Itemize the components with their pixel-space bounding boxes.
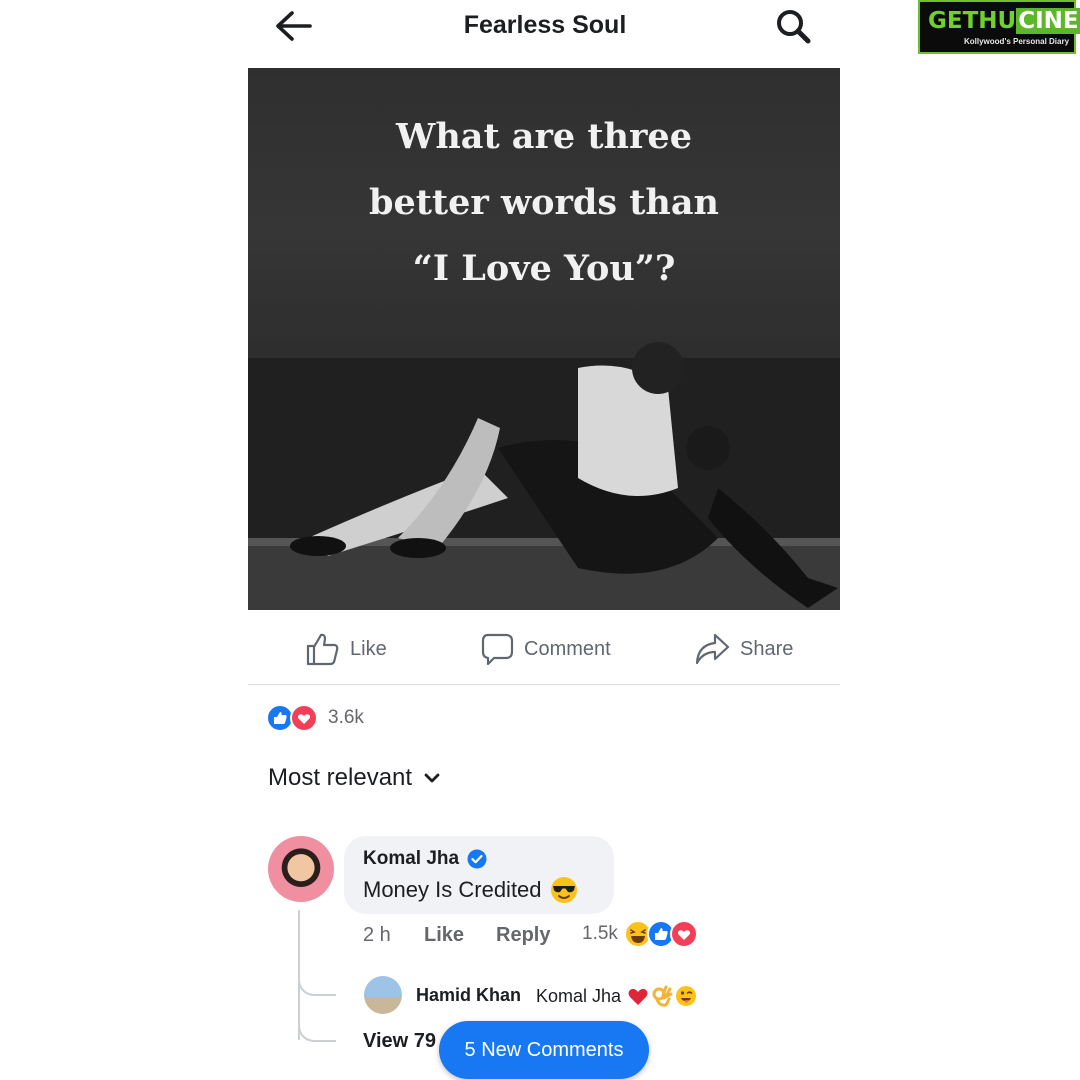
red-heart-icon (628, 988, 648, 1005)
share-button[interactable]: Share (694, 626, 793, 672)
comment-icon (481, 633, 514, 666)
winking-tongue-face-icon (676, 986, 697, 1006)
comment-label: Comment (524, 637, 611, 660)
thumbs-up-icon (306, 633, 339, 666)
comment-reactions[interactable]: 1.5k (582, 920, 700, 948)
reply-avatar[interactable] (364, 976, 402, 1014)
reply-text-body: Komal Jha (536, 985, 622, 1006)
sort-dropdown[interactable]: Most relevant (268, 764, 440, 792)
chevron-down-icon (424, 773, 440, 783)
comment-like-button[interactable]: Like (424, 924, 464, 947)
comment-reaction-count: 1.5k (582, 923, 618, 944)
post-image[interactable]: What are three better words than “I Love… (248, 68, 840, 610)
reactions-summary[interactable]: 3.6k (266, 704, 364, 732)
arrow-left-icon[interactable] (272, 8, 316, 44)
comment-reaction-icons (623, 920, 698, 948)
quote-line-1: What are three (396, 116, 692, 157)
comment-reply-button[interactable]: Reply (496, 924, 550, 947)
new-comments-button[interactable]: 5 New Comments (439, 1021, 649, 1079)
reaction-count: 3.6k (328, 707, 364, 728)
watermark-brand-part1: GETHU (928, 8, 1017, 34)
reaction-icons (266, 704, 318, 732)
like-label: Like (350, 637, 387, 660)
comment-timestamp: 2 h (363, 924, 391, 946)
share-label: Share (740, 637, 794, 660)
comment-author[interactable]: Komal Jha (363, 848, 487, 870)
ok-hand-icon (652, 985, 673, 1007)
view-more-replies[interactable]: View 79 (363, 1030, 436, 1053)
sort-label: Most relevant (268, 764, 413, 791)
watermark-brand-part2: CINEMA (1016, 8, 1080, 34)
share-icon (695, 633, 730, 665)
comment-text-body: Money Is Credited (363, 877, 542, 902)
watermark-tagline: Kollywood's Personal Diary (964, 37, 1070, 46)
comment-button[interactable]: Comment (480, 626, 611, 672)
quote-line-3: “I Love You”? (412, 248, 676, 289)
like-button[interactable]: Like (304, 626, 387, 672)
divider (248, 684, 840, 685)
sunglasses-face-icon (550, 877, 577, 903)
reply-text: Komal Jha (536, 985, 697, 1007)
watermark-logo: GETHUCINEMA Kollywood's Personal Diary (918, 0, 1080, 54)
thread-connector (298, 1000, 336, 1042)
avatar[interactable] (268, 836, 334, 902)
thread-connector (298, 950, 336, 996)
image-quote: What are three better words than “I Love… (248, 104, 840, 302)
comment-text: Money Is Credited (363, 876, 578, 904)
page-title: Fearless Soul (463, 11, 627, 39)
reply-author[interactable]: Hamid Khan (416, 985, 521, 1006)
quote-line-2: better words than (369, 182, 719, 223)
comment-author-name: Komal Jha (363, 848, 460, 869)
search-icon[interactable] (772, 6, 816, 46)
verified-badge-icon (467, 849, 487, 869)
